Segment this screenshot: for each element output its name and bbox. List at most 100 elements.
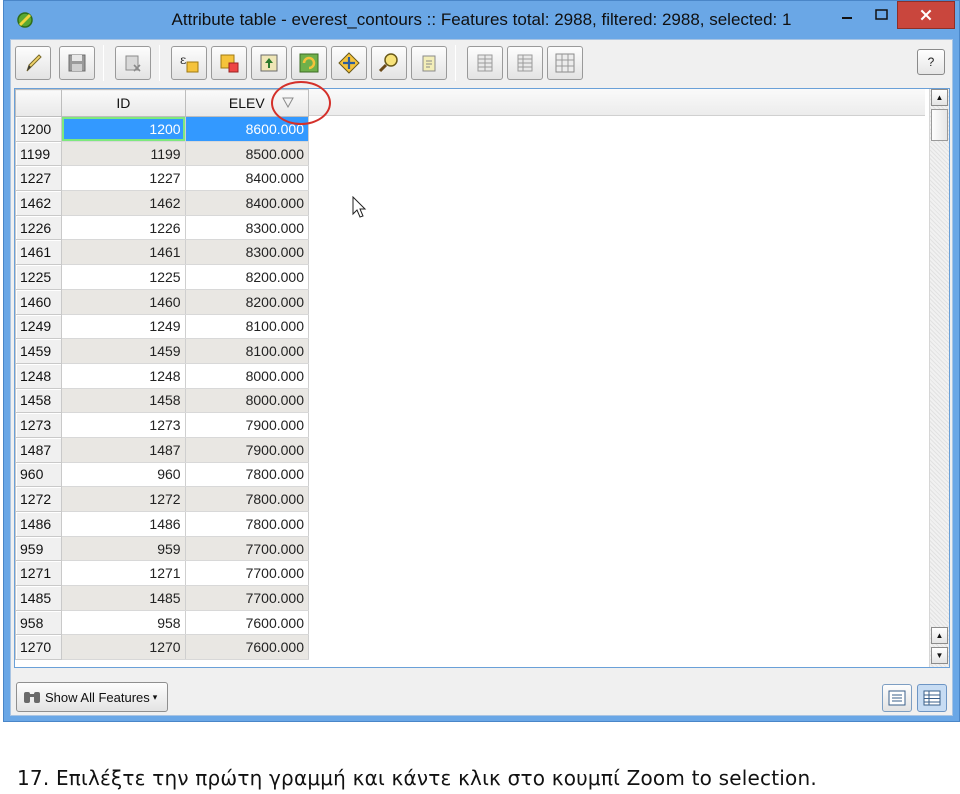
row-header[interactable]: 1487 <box>14 436 63 463</box>
cell-id[interactable]: 1200 <box>61 116 186 142</box>
delete-column-button[interactable] <box>507 46 543 80</box>
row-header[interactable]: 1248 <box>14 362 63 389</box>
move-selection-to-top-button[interactable] <box>251 46 287 80</box>
cell-elev[interactable]: 8100.000 <box>185 314 310 340</box>
table-row[interactable]: 1272 1272 7800.000 <box>14 486 310 512</box>
row-header[interactable]: 1458 <box>14 387 63 414</box>
new-column-button[interactable] <box>467 46 503 80</box>
scrollbar-thumb[interactable] <box>931 109 948 141</box>
row-header[interactable]: 1249 <box>14 313 63 340</box>
cell-id[interactable]: 1485 <box>61 585 186 611</box>
vertical-scrollbar[interactable]: ▲ ▲ ▼ <box>929 89 949 667</box>
row-header[interactable]: 1225 <box>14 264 63 290</box>
cell-id[interactable]: 1458 <box>61 388 186 414</box>
select-all-corner[interactable] <box>14 89 63 117</box>
row-header[interactable]: 1273 <box>14 412 63 438</box>
select-by-expression-button[interactable]: ε <box>171 46 207 80</box>
table-row[interactable]: 1200 1200 8600.000 <box>14 116 310 142</box>
row-header[interactable]: 1460 <box>14 288 63 315</box>
table-row[interactable]: 1458 1458 8000.000 <box>14 387 310 414</box>
cell-elev[interactable]: 7800.000 <box>185 511 310 537</box>
column-header-id[interactable]: ID <box>61 89 186 117</box>
row-header[interactable]: 1462 <box>14 190 63 216</box>
close-icon[interactable] <box>897 1 955 29</box>
table-row[interactable]: 1248 1248 8000.000 <box>14 362 310 389</box>
row-header[interactable]: 1272 <box>14 486 63 512</box>
table-row[interactable]: 1460 1460 8200.000 <box>14 288 310 315</box>
cell-elev[interactable]: 8200.000 <box>185 289 310 315</box>
table-row[interactable]: 1225 1225 8200.000 <box>14 264 310 290</box>
cell-id[interactable]: 959 <box>61 536 186 562</box>
table-row[interactable]: 1485 1485 7700.000 <box>14 585 310 611</box>
cell-elev[interactable]: 7600.000 <box>185 634 310 661</box>
title-bar[interactable]: Attribute table - everest_contours :: Fe… <box>4 1 959 39</box>
cell-id[interactable]: 1459 <box>61 338 186 364</box>
cell-id[interactable]: 1225 <box>61 264 186 290</box>
cell-id[interactable]: 1248 <box>61 363 186 389</box>
cell-elev[interactable]: 8000.000 <box>185 388 310 414</box>
scroll-up-lower-button[interactable]: ▲ <box>931 627 948 644</box>
row-header[interactable]: 1227 <box>14 165 63 192</box>
table-row[interactable]: 960 960 7800.000 <box>14 461 310 488</box>
table-row[interactable]: 1227 1227 8400.000 <box>14 165 310 192</box>
table-row[interactable]: 1462 1462 8400.000 <box>14 190 310 216</box>
cell-elev[interactable]: 7600.000 <box>185 610 310 636</box>
table-row[interactable]: 1270 1270 7600.000 <box>14 634 310 661</box>
cell-id[interactable]: 1462 <box>61 190 186 216</box>
table-row[interactable]: 1486 1486 7800.000 <box>14 511 310 537</box>
cell-id[interactable]: 1249 <box>61 314 186 340</box>
cell-elev[interactable]: 8200.000 <box>185 264 310 290</box>
row-header[interactable]: 958 <box>14 609 63 636</box>
cell-id[interactable]: 1273 <box>61 412 186 438</box>
cell-elev[interactable]: 8400.000 <box>185 165 310 192</box>
invert-selection-button[interactable] <box>291 46 327 80</box>
cell-elev[interactable]: 7700.000 <box>185 560 310 587</box>
attribute-table[interactable]: ID ELEV 1200 1200 8600.000 1199 1199 8500.000… <box>14 81 950 668</box>
cell-elev[interactable]: 8300.000 <box>185 239 310 266</box>
table-row[interactable]: 1199 1199 8500.000 <box>14 140 310 167</box>
cell-elev[interactable]: 7800.000 <box>185 462 310 488</box>
row-header[interactable]: 1486 <box>14 511 63 537</box>
cell-elev[interactable]: 8000.000 <box>185 363 310 389</box>
form-view-button[interactable] <box>882 684 912 712</box>
pan-map-to-selection-button[interactable] <box>331 46 367 80</box>
row-header[interactable]: 959 <box>14 535 63 562</box>
zoom-to-selection-button[interactable] <box>371 46 407 80</box>
table-row[interactable]: 1487 1487 7900.000 <box>14 436 310 463</box>
delete-selected-button[interactable] <box>115 46 151 80</box>
scroll-down-button[interactable]: ▼ <box>931 647 948 664</box>
row-header[interactable]: 1271 <box>14 560 63 587</box>
table-row[interactable]: 959 959 7700.000 <box>14 535 310 562</box>
table-row[interactable]: 1461 1461 8300.000 <box>14 239 310 266</box>
cell-elev[interactable]: 8100.000 <box>185 338 310 364</box>
cell-id[interactable]: 1461 <box>61 239 186 266</box>
cell-elev[interactable]: 7700.000 <box>185 585 310 611</box>
save-edits-button[interactable] <box>59 46 95 80</box>
cell-id[interactable]: 1486 <box>61 511 186 537</box>
table-row[interactable]: 1459 1459 8100.000 <box>14 338 310 364</box>
cell-elev[interactable]: 7900.000 <box>185 437 310 463</box>
show-features-dropdown[interactable]: Show All Features ▾ <box>16 682 168 712</box>
cell-elev[interactable]: 8300.000 <box>185 215 310 241</box>
cell-id[interactable]: 1270 <box>61 634 186 661</box>
help-button[interactable]: ? <box>917 49 945 75</box>
table-row[interactable]: 1226 1226 8300.000 <box>14 214 310 241</box>
cell-id[interactable]: 1199 <box>61 141 186 167</box>
field-calculator-button[interactable] <box>547 46 583 80</box>
row-header[interactable]: 1459 <box>14 338 63 364</box>
cell-id[interactable]: 960 <box>61 462 186 488</box>
cell-id[interactable]: 1487 <box>61 437 186 463</box>
cell-elev[interactable]: 7900.000 <box>185 412 310 438</box>
cell-id[interactable]: 1460 <box>61 289 186 315</box>
row-header[interactable]: 1485 <box>14 585 63 611</box>
row-header[interactable]: 1200 <box>14 116 63 142</box>
table-row[interactable]: 1271 1271 7700.000 <box>14 560 310 587</box>
cell-elev[interactable]: 8400.000 <box>185 190 310 216</box>
toggle-editing-button[interactable] <box>15 46 51 80</box>
unselect-all-button[interactable] <box>211 46 247 80</box>
cell-id[interactable]: 1271 <box>61 560 186 587</box>
table-row[interactable]: 958 958 7600.000 <box>14 609 310 636</box>
cell-id[interactable]: 1227 <box>61 165 186 192</box>
row-header[interactable]: 1461 <box>14 239 63 266</box>
copy-rows-button[interactable] <box>411 46 447 80</box>
